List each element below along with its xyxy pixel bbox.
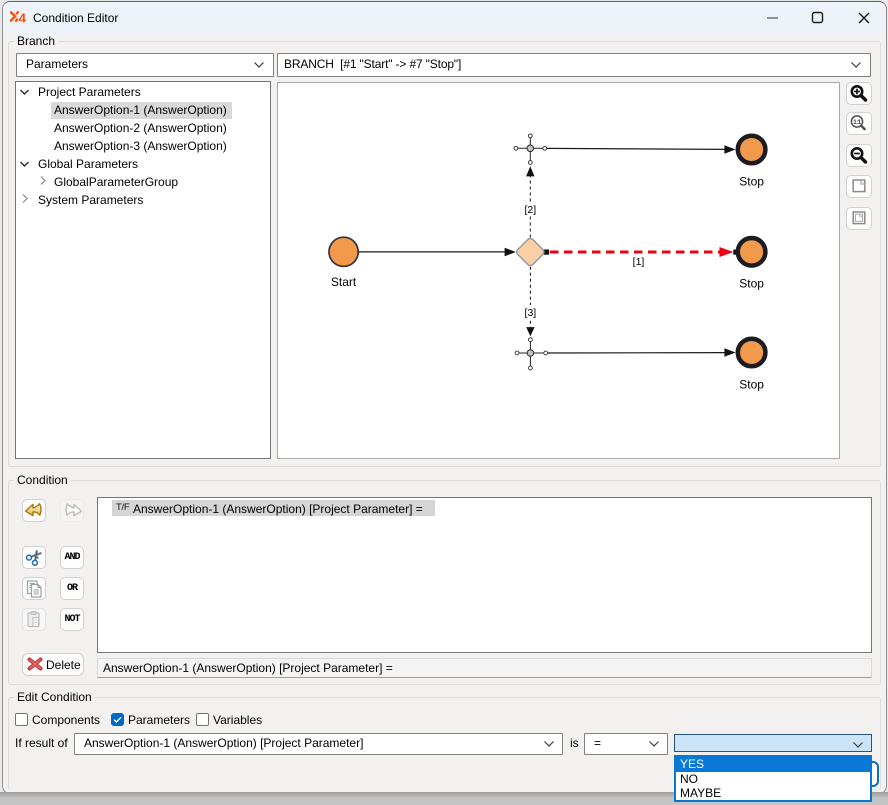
svg-text:[3]: [3] [525,307,537,319]
svg-text:Stop: Stop [739,175,764,189]
svg-text:Stop: Stop [739,378,764,392]
svg-text:4: 4 [19,11,27,24]
svg-text:Stop: Stop [739,277,764,291]
svg-text:[2]: [2] [524,204,536,216]
svg-text:Start: Start [331,275,357,289]
svg-text:1:1: 1:1 [853,119,862,126]
svg-text:[1]: [1] [633,256,645,268]
